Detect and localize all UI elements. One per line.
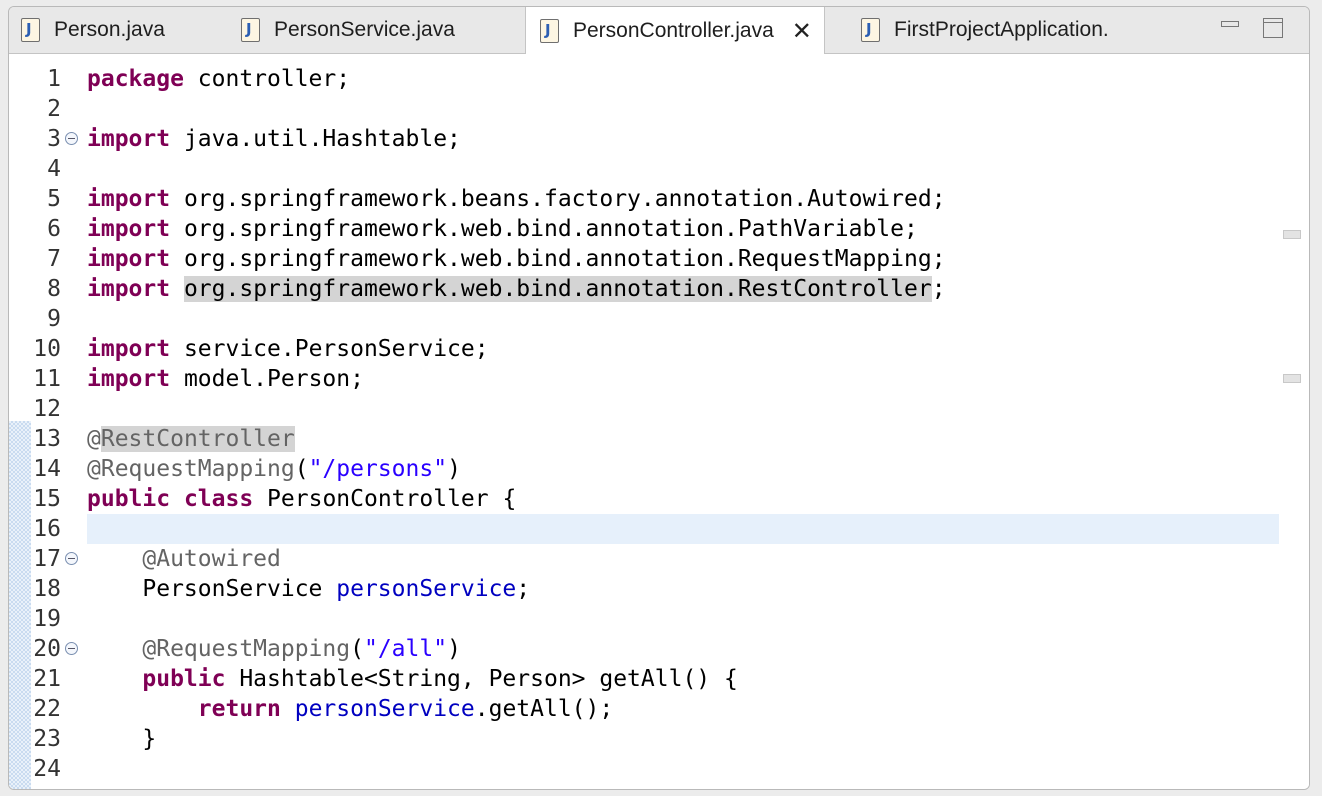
code-line[interactable]: 3 import java.util.Hashtable; bbox=[9, 124, 1279, 154]
code-text: @Autowired bbox=[142, 546, 281, 572]
line-number: 14 bbox=[33, 456, 61, 482]
line-number: 5 bbox=[47, 186, 61, 212]
maximize-icon[interactable] bbox=[1263, 18, 1283, 38]
line-number: 15 bbox=[33, 486, 61, 512]
line-number: 17 bbox=[33, 546, 61, 572]
code-line[interactable]: 20 @RequestMapping("/all") bbox=[9, 634, 1279, 664]
editor-window: Person.java PersonService.java PersonCon… bbox=[8, 6, 1310, 790]
editor-tab-bar: Person.java PersonService.java PersonCon… bbox=[9, 7, 1309, 54]
code-text: @RestController bbox=[87, 426, 295, 452]
tab-firstprojectapplication[interactable]: FirstProjectApplication. bbox=[861, 7, 1109, 53]
line-number: 21 bbox=[33, 666, 61, 692]
code-text: public Hashtable<String, Person> getAll(… bbox=[142, 666, 738, 692]
code-line[interactable]: 22 return personService.getAll(); bbox=[9, 694, 1279, 724]
line-number: 24 bbox=[33, 756, 61, 782]
overview-ruler-mark[interactable] bbox=[1283, 374, 1301, 383]
code-line[interactable]: 10 import service.PersonService; bbox=[9, 334, 1279, 364]
code-text: @RequestMapping("/all") bbox=[142, 636, 461, 662]
code-text: import service.PersonService; bbox=[87, 336, 489, 362]
line-number: 16 bbox=[33, 516, 61, 542]
code-text: import org.springframework.beans.factory… bbox=[87, 186, 946, 212]
code-line[interactable]: 18 PersonService personService; bbox=[9, 574, 1279, 604]
fold-collapse-icon[interactable] bbox=[65, 552, 78, 565]
code-line[interactable]: 16 bbox=[9, 514, 1279, 544]
line-number: 11 bbox=[33, 366, 61, 392]
code-text: return personService.getAll(); bbox=[197, 696, 614, 722]
code-text: import java.util.Hashtable; bbox=[87, 126, 461, 152]
close-icon[interactable]: ✕ bbox=[792, 19, 812, 43]
code-text: public class PersonController { bbox=[87, 486, 517, 512]
code-text: } bbox=[87, 726, 157, 752]
code-line[interactable]: 14 @RequestMapping("/persons") bbox=[9, 454, 1279, 484]
minimize-icon[interactable] bbox=[1221, 21, 1239, 27]
code-line[interactable]: 11 import model.Person; bbox=[9, 364, 1279, 394]
code-line[interactable]: 5 import org.springframework.beans.factor… bbox=[9, 184, 1279, 214]
code-line[interactable]: 4 bbox=[9, 154, 1279, 184]
line-number: 2 bbox=[47, 96, 61, 122]
java-file-icon bbox=[861, 18, 880, 42]
line-number: 20 bbox=[33, 636, 61, 662]
line-number: 3 bbox=[47, 126, 61, 152]
tab-label: Person.java bbox=[54, 18, 165, 41]
code-line[interactable]: 9 bbox=[9, 304, 1279, 334]
code-line[interactable]: 13 @RestController bbox=[9, 424, 1279, 454]
line-number: 13 bbox=[33, 426, 61, 452]
code-line[interactable]: 7 import org.springframework.web.bind.ann… bbox=[9, 244, 1279, 274]
tab-personcontroller-java[interactable]: PersonController.java ✕ bbox=[525, 7, 825, 54]
line-number: 19 bbox=[33, 606, 61, 632]
line-number: 22 bbox=[33, 696, 61, 722]
line-number: 6 bbox=[47, 216, 61, 242]
tab-person-java[interactable]: Person.java bbox=[21, 7, 165, 53]
tab-personservice-java[interactable]: PersonService.java bbox=[241, 7, 455, 53]
code-line[interactable]: 1 package controller; bbox=[9, 64, 1279, 94]
line-number: 1 bbox=[47, 66, 61, 92]
tab-label: PersonController.java bbox=[573, 18, 774, 42]
code-line[interactable]: 15 public class PersonController { bbox=[9, 484, 1279, 514]
java-file-icon bbox=[21, 18, 40, 42]
code-line[interactable]: 19 bbox=[9, 604, 1279, 634]
code-line[interactable]: 23 } bbox=[9, 724, 1279, 754]
code-text: import org.springframework.web.bind.anno… bbox=[87, 246, 946, 272]
code-text: PersonService personService; bbox=[87, 576, 531, 602]
line-number: 10 bbox=[33, 336, 61, 362]
tab-label: PersonService.java bbox=[274, 18, 455, 41]
code-text: @RequestMapping("/persons") bbox=[87, 456, 461, 482]
line-number: 9 bbox=[47, 306, 61, 332]
line-number: 7 bbox=[47, 246, 61, 272]
code-line[interactable]: 8 import org.springframework.web.bind.ann… bbox=[9, 274, 1279, 304]
code-line[interactable]: 17 @Autowired bbox=[9, 544, 1279, 574]
code-text: import model.Person; bbox=[87, 366, 364, 392]
code-text: package controller; bbox=[87, 66, 351, 92]
code-text: import org.springframework.web.bind.anno… bbox=[87, 276, 946, 302]
line-number: 8 bbox=[47, 276, 61, 302]
line-number: 18 bbox=[33, 576, 61, 602]
line-number: 12 bbox=[33, 396, 61, 422]
java-file-icon bbox=[540, 18, 559, 43]
code-line[interactable]: 24 bbox=[9, 754, 1279, 784]
code-line[interactable]: 6 import org.springframework.web.bind.ann… bbox=[9, 214, 1279, 244]
line-number: 4 bbox=[47, 156, 61, 182]
code-editor[interactable]: 1 package controller; 2 3 import java.util.H… bbox=[9, 54, 1309, 789]
java-file-icon bbox=[241, 18, 260, 42]
code-line[interactable]: 2 bbox=[9, 94, 1279, 124]
current-line-highlight bbox=[87, 514, 1279, 544]
line-number: 23 bbox=[33, 726, 61, 752]
fold-collapse-icon[interactable] bbox=[65, 642, 78, 655]
code-text: import org.springframework.web.bind.anno… bbox=[87, 216, 918, 242]
code-line[interactable]: 21 public Hashtable<String, Person> getA… bbox=[9, 664, 1279, 694]
tab-label: FirstProjectApplication. bbox=[894, 18, 1109, 41]
overview-ruler-mark[interactable] bbox=[1283, 230, 1301, 239]
fold-collapse-icon[interactable] bbox=[65, 132, 78, 145]
code-line[interactable]: 12 bbox=[9, 394, 1279, 424]
